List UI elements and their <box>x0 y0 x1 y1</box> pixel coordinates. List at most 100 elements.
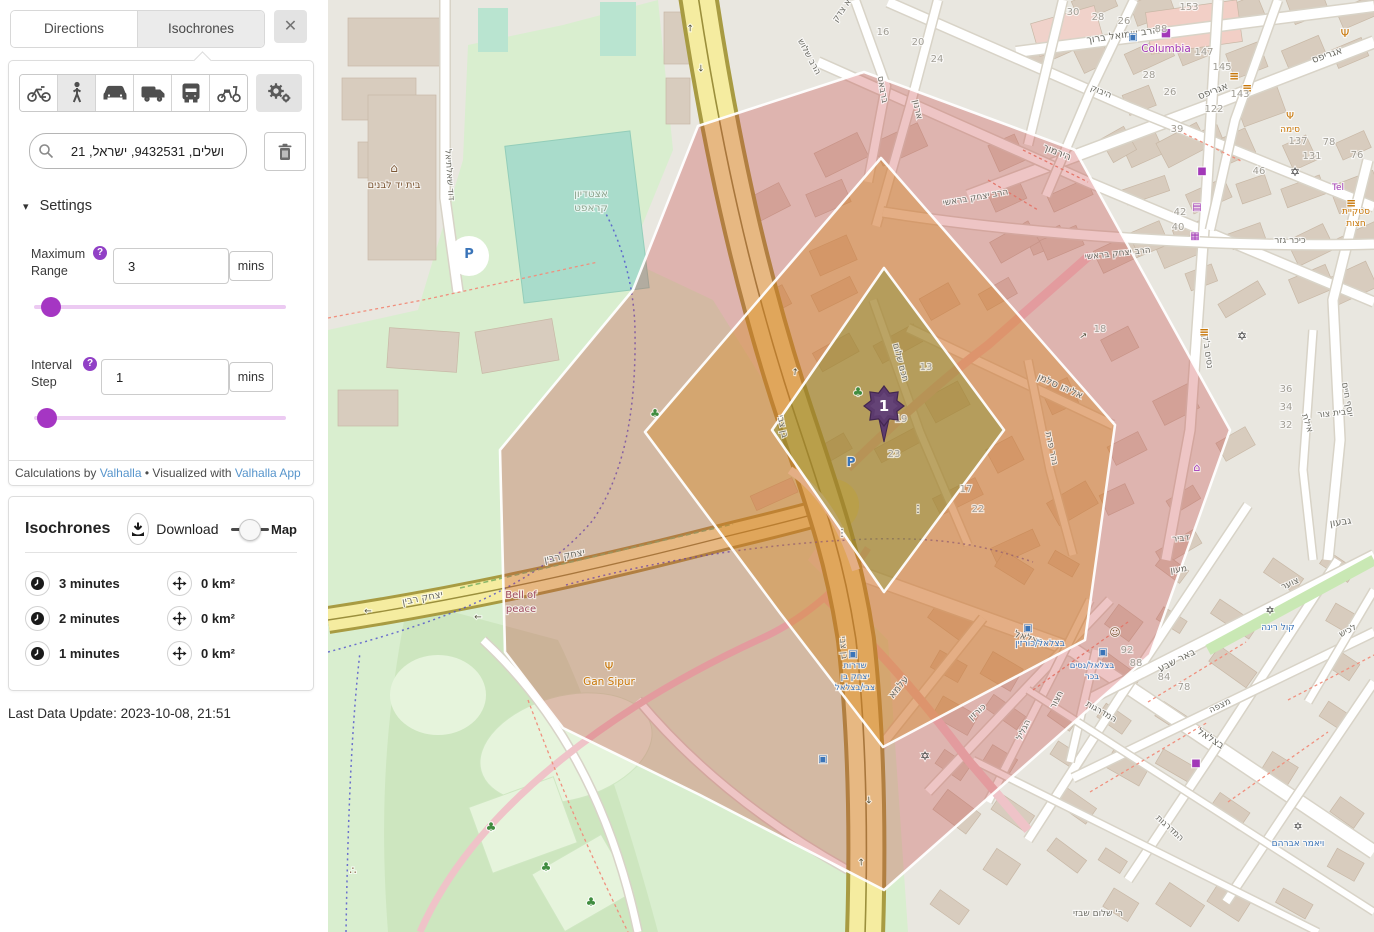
svg-text:≡: ≡ <box>1199 325 1209 339</box>
tab-isochrones[interactable]: Isochrones <box>137 11 264 47</box>
valhalla-link[interactable]: Valhalla <box>100 466 142 480</box>
close-icon[interactable]: ✕ <box>274 10 307 43</box>
mode-bus-button[interactable] <box>171 75 209 111</box>
row-time: 2 minutes <box>59 611 167 626</box>
svg-text:42: 42 <box>1174 207 1187 218</box>
mode-pedestrian-button[interactable] <box>57 75 95 111</box>
row-area: 0 km² <box>201 611 235 626</box>
map-canvas[interactable]: הרב שמואל ברוךאגריפסאגריפסהירמוךהיבוקהרב… <box>328 0 1374 932</box>
slider-track[interactable] <box>34 305 286 309</box>
search-input[interactable] <box>54 143 226 160</box>
mode-motor-scooter-button[interactable] <box>209 75 247 111</box>
svg-text:147: 147 <box>1194 47 1213 58</box>
svg-text:▣: ▣ <box>1128 32 1137 43</box>
download-button[interactable] <box>127 513 149 545</box>
svg-text:Bell of: Bell of <box>505 590 537 601</box>
clear-waypoint-button[interactable] <box>264 132 306 171</box>
svg-text:♣: ♣ <box>586 895 597 909</box>
maximum-range-input[interactable] <box>113 248 229 284</box>
svg-text:→: → <box>695 64 705 72</box>
isochrones-results-card: Isochrones Download Map 3 minutes <box>8 496 314 691</box>
svg-text:22: 22 <box>972 504 985 515</box>
svg-text:32: 32 <box>1280 420 1293 431</box>
mode-truck-button[interactable] <box>133 75 171 111</box>
svg-text:דביר: דביר <box>1172 533 1190 544</box>
svg-text:→: → <box>791 367 802 376</box>
slider-track[interactable] <box>34 416 286 420</box>
svg-text:▣: ▣ <box>1023 623 1032 634</box>
svg-text:▣: ▣ <box>848 649 857 660</box>
sidebar: Directions Isochrones ✕ <box>0 0 328 932</box>
svg-text:∴: ∴ <box>350 864 357 877</box>
mode-settings-button[interactable] <box>256 74 302 112</box>
search-field <box>29 133 247 169</box>
valhalla-app-link[interactable]: Valhalla App <box>235 466 301 480</box>
svg-text:☺: ☺ <box>1109 626 1120 639</box>
svg-text:בן צבי: בן צבי <box>837 636 849 660</box>
svg-text:145: 145 <box>1212 62 1231 73</box>
svg-text:P: P <box>464 247 474 262</box>
svg-text:⌂: ⌂ <box>390 161 398 175</box>
chevron-down-icon: ▾ <box>23 201 29 213</box>
svg-text:18: 18 <box>1094 324 1107 335</box>
interval-step-help-icon[interactable]: ? <box>83 357 97 371</box>
svg-text:92: 92 <box>1121 645 1134 656</box>
svg-text:26: 26 <box>1164 87 1177 98</box>
area-move-icon <box>167 606 192 631</box>
svg-text:28: 28 <box>1143 70 1156 81</box>
marker-number: 1 <box>879 397 889 415</box>
slider-thumb[interactable] <box>37 408 57 428</box>
last-data-update: Last Data Update: 2023-10-08, 21:51 <box>8 706 231 721</box>
row-area: 0 km² <box>201 646 235 661</box>
svg-text:▣: ▣ <box>1098 647 1107 658</box>
results-title: Isochrones <box>25 520 110 538</box>
svg-text:153: 153 <box>1179 2 1198 13</box>
svg-text:26: 26 <box>1118 16 1131 27</box>
svg-text:סימה: סימה <box>1280 125 1300 135</box>
svg-text:▣: ▣ <box>818 754 827 765</box>
svg-text:בכר: בכר <box>1085 672 1099 682</box>
svg-text:Columbia: Columbia <box>1141 43 1191 55</box>
lawn <box>390 655 486 735</box>
maximum-range-slider[interactable] <box>34 297 286 317</box>
tab-directions[interactable]: Directions <box>11 11 137 47</box>
svg-text:131: 131 <box>1302 151 1321 162</box>
svg-text:→: → <box>474 611 482 621</box>
svg-text:ר' שלום שבזי: ר' שלום שבזי <box>1073 909 1123 919</box>
interval-step-input[interactable] <box>101 359 229 395</box>
sports-pitch <box>478 8 508 52</box>
svg-text:88: 88 <box>1130 658 1143 669</box>
settings-header[interactable]: ▾ Settings <box>23 198 92 214</box>
svg-text:30: 30 <box>1067 7 1080 18</box>
svg-text:143: 143 <box>1230 89 1249 100</box>
maximum-range-help-icon[interactable]: ? <box>93 246 107 260</box>
svg-text:Ψ: Ψ <box>1341 27 1350 40</box>
svg-text:39: 39 <box>1171 124 1184 135</box>
svg-text:✡: ✡ <box>1293 820 1302 833</box>
svg-text:→: → <box>364 605 372 615</box>
toggle-knob[interactable] <box>239 519 261 541</box>
mode-bicycle-button[interactable] <box>20 75 57 111</box>
isochrone-row-2min: 2 minutes 0 km² <box>25 606 297 630</box>
interval-step-slider[interactable] <box>34 408 286 428</box>
isochrone-row-3min: 3 minutes 0 km² <box>25 571 297 595</box>
svg-text:✡: ✡ <box>920 749 930 763</box>
svg-text:ויאמר אברהם: ויאמר אברהם <box>1272 839 1325 849</box>
svg-text:88: 88 <box>1155 24 1168 35</box>
interval-step-label: Interval Step ? <box>31 357 93 391</box>
svg-text:יצחק בן: יצחק בן <box>841 672 870 682</box>
slider-thumb[interactable] <box>41 297 61 317</box>
svg-text:כיכר גזר: כיכר גזר <box>1274 236 1306 246</box>
mode-car-button[interactable] <box>95 75 133 111</box>
map-toggle[interactable] <box>231 519 258 539</box>
svg-text:122: 122 <box>1204 104 1223 115</box>
svg-text:→: → <box>857 858 867 866</box>
area-move-icon <box>167 641 192 666</box>
clock-icon <box>25 606 50 631</box>
svg-text:אצטדיון: אצטדיון <box>574 188 608 200</box>
svg-text:13: 13 <box>920 362 933 373</box>
svg-text:78: 78 <box>1323 137 1336 148</box>
interval-step-unit: mins <box>229 362 273 392</box>
svg-text:→: → <box>686 24 696 32</box>
svg-text:20: 20 <box>912 37 925 48</box>
